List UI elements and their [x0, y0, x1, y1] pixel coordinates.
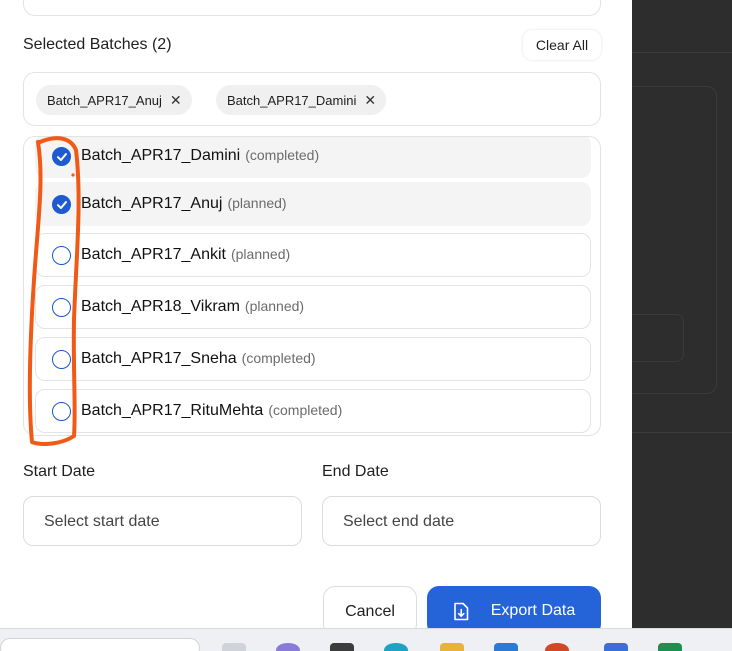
batch-list[interactable]: Batch_APR17_Damini (completed) Batch_APR1… — [23, 136, 601, 436]
batch-name: Batch_APR17_Anuj — [81, 195, 223, 212]
taskbar-search[interactable] — [0, 638, 200, 651]
batch-option[interactable]: Batch_APR17_RituMehta (completed) — [35, 389, 591, 433]
batch-status: (completed) — [245, 147, 320, 163]
checkbox[interactable] — [52, 349, 71, 369]
app-icon[interactable] — [330, 643, 354, 651]
batch-option[interactable]: Batch_APR17_Sneha (completed) — [35, 337, 591, 381]
checkbox[interactable] — [52, 194, 71, 214]
export-data-label: Export Data — [490, 602, 576, 619]
app-icon[interactable] — [276, 643, 300, 651]
batch-status: (planned) — [244, 298, 305, 314]
selected-chips-container: Batch_APR17_Anuj ✕ Batch_APR17_Damini ✕ — [23, 72, 601, 126]
selected-chip: Batch_APR17_Damini ✕ — [216, 85, 387, 115]
batch-status: (completed) — [241, 350, 316, 366]
clear-all-button[interactable]: Clear All — [523, 30, 601, 60]
background-divider — [632, 52, 732, 53]
batch-option[interactable]: Batch_APR18_Vikram (planned) — [35, 285, 591, 329]
checkbox[interactable] — [52, 245, 71, 265]
batch-name: Batch_APR18_Vikram — [81, 298, 240, 315]
batch-name: Batch_APR17_Damini — [81, 147, 241, 164]
batch-name: Batch_APR17_Sneha — [81, 350, 237, 367]
batch-option[interactable]: Batch_APR17_Damini (completed) — [35, 137, 591, 178]
batch-option[interactable]: Batch_APR17_Ankit (planned) — [35, 233, 591, 277]
end-date-input[interactable]: Select end date — [322, 496, 601, 546]
batch-search-field[interactable] — [23, 0, 601, 16]
background-overlay — [612, 0, 732, 651]
selected-batches-title: Selected Batches (2) — [23, 36, 172, 53]
app-icon[interactable] — [222, 643, 246, 651]
taskbar — [0, 628, 732, 651]
checkbox[interactable] — [52, 146, 71, 166]
notepad-icon[interactable] — [604, 643, 628, 651]
powerpoint-icon[interactable] — [545, 643, 569, 651]
batch-status: (completed) — [268, 402, 343, 418]
file-download-icon — [453, 602, 469, 621]
batch-status: (planned) — [227, 195, 287, 211]
end-date-label: End Date — [322, 463, 389, 480]
batch-status: (planned) — [230, 246, 291, 262]
chip-label: Batch_APR17_Anuj — [47, 92, 162, 108]
folder-icon[interactable] — [440, 643, 464, 651]
checkbox[interactable] — [52, 297, 71, 317]
batch-name: Batch_APR17_RituMehta — [81, 402, 264, 419]
selected-chip: Batch_APR17_Anuj ✕ — [36, 85, 192, 115]
export-dialog: Selected Batches (2) Clear All Batch_APR… — [0, 0, 632, 636]
edge-icon[interactable] — [384, 643, 408, 651]
batch-name: Batch_APR17_Ankit — [81, 246, 226, 263]
remove-chip-icon[interactable]: ✕ — [364, 92, 376, 109]
chip-label: Batch_APR17_Damini — [227, 92, 357, 108]
background-divider — [632, 432, 732, 433]
azure-icon[interactable] — [494, 643, 518, 651]
start-date-input[interactable]: Select start date — [23, 496, 302, 546]
start-date-label: Start Date — [23, 463, 96, 480]
excel-icon[interactable] — [658, 643, 682, 651]
batch-option[interactable]: Batch_APR17_Anuj (planned) — [35, 182, 591, 226]
checkbox[interactable] — [52, 401, 71, 421]
remove-chip-icon[interactable]: ✕ — [170, 92, 182, 109]
